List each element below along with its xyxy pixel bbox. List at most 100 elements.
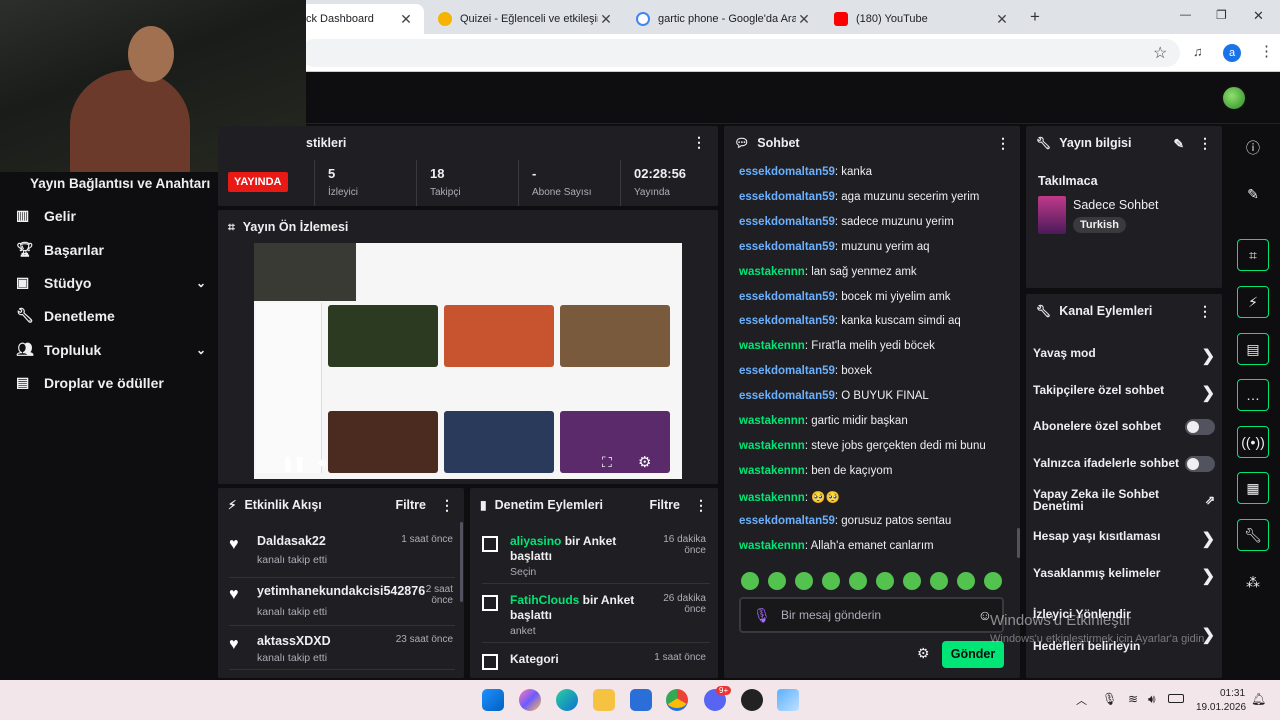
emote-icon[interactable] bbox=[849, 572, 867, 590]
emote-only-toggle[interactable] bbox=[1185, 456, 1215, 472]
tab-quizei[interactable]: Quizei - Eğlenceli ve etkileşimli ✕ bbox=[434, 4, 624, 34]
tab-close-icon[interactable]: ✕ bbox=[994, 11, 1010, 28]
chat-username[interactable]: essekdomaltan59 bbox=[739, 390, 835, 402]
action-banned-words[interactable]: Yasaklanmış kelimeler ❯ bbox=[1033, 566, 1215, 585]
subscribers-only-toggle[interactable] bbox=[1185, 419, 1215, 435]
omnibox[interactable] bbox=[300, 39, 1180, 67]
stats-menu-icon[interactable]: ⋮ bbox=[692, 134, 706, 151]
edit-pencil-icon[interactable]: ✎ bbox=[1174, 136, 1184, 151]
chat-settings-gear-icon[interactable]: ⚙ bbox=[917, 645, 930, 662]
broadcast-icon[interactable]: ((•)) bbox=[1237, 426, 1269, 458]
sidebar-item-basarilar[interactable]: 🏆︎ Başarılar bbox=[16, 241, 206, 258]
wrench-icon[interactable]: 🔧︎ bbox=[1237, 519, 1269, 551]
tab-google[interactable]: gartic phone - Google'da Ara ✕ bbox=[632, 4, 822, 34]
chat-username[interactable]: essekdomaltan59 bbox=[739, 365, 835, 377]
chat-username[interactable]: wastakennn bbox=[739, 415, 805, 427]
shapes-icon[interactable]: ⁂ bbox=[1237, 566, 1269, 598]
store-icon[interactable] bbox=[630, 689, 652, 711]
pause-icon[interactable]: ❚❚ bbox=[282, 455, 305, 472]
new-tab-button[interactable]: + bbox=[1030, 7, 1040, 27]
action-followers-only[interactable]: Takipçilere özel sohbet ❯ bbox=[1033, 383, 1215, 402]
tab-close-icon[interactable]: ✕ bbox=[598, 11, 614, 28]
follower-name[interactable]: aktassXDXD bbox=[257, 634, 331, 648]
emote-icon[interactable] bbox=[984, 572, 1002, 590]
follower-name[interactable]: Daldasak22 bbox=[257, 534, 326, 548]
wifi-icon[interactable]: ≋ bbox=[1128, 692, 1138, 706]
language-tag[interactable]: Turkish bbox=[1073, 217, 1126, 233]
action-slow-mode[interactable]: Yavaş mod ❯ bbox=[1033, 346, 1215, 365]
chat-scrollbar[interactable] bbox=[1017, 528, 1020, 558]
tab-close-icon[interactable]: ✕ bbox=[796, 11, 812, 28]
chat-username[interactable]: essekdomaltan59 bbox=[739, 291, 835, 303]
emote-icon[interactable] bbox=[957, 572, 975, 590]
tab-dashboard[interactable]: ck Dashboard ✕ bbox=[300, 4, 424, 34]
microphone-tray-icon[interactable]: 🎙︎ bbox=[1102, 692, 1117, 706]
profile-avatar[interactable]: a bbox=[1223, 44, 1241, 62]
follower-name[interactable]: yetimhanekundakcisi542876 bbox=[257, 584, 425, 598]
send-button[interactable]: Gönder bbox=[942, 641, 1004, 668]
video-tools-icon[interactable]: ▦ bbox=[1237, 472, 1269, 504]
chat-username[interactable]: essekdomaltan59 bbox=[739, 191, 835, 203]
chat-username[interactable]: essekdomaltan59 bbox=[739, 241, 835, 253]
emote-icon[interactable] bbox=[795, 572, 813, 590]
windows-start-icon[interactable] bbox=[482, 689, 504, 711]
mod-user[interactable]: aliyasino bbox=[510, 534, 561, 548]
microphone-icon[interactable]: 🎙︎ bbox=[753, 607, 771, 624]
chat-username[interactable]: essekdomaltan59 bbox=[739, 515, 835, 527]
sidebar-item-topluluk[interactable]: 👥︎ Topluluk ⌄ bbox=[16, 341, 206, 358]
edge-icon[interactable] bbox=[556, 689, 578, 711]
chat-menu-icon[interactable]: ⋮ bbox=[996, 135, 1010, 152]
close-window-button[interactable]: ✕ bbox=[1253, 8, 1264, 24]
info-icon[interactable]: ⓘ bbox=[1237, 132, 1269, 164]
emote-icon[interactable] bbox=[768, 572, 786, 590]
document-icon[interactable]: ▤ bbox=[1237, 333, 1269, 365]
moderation-filter-button[interactable]: Filtre bbox=[649, 498, 680, 512]
file-explorer-icon[interactable] bbox=[593, 689, 615, 711]
chrome-menu-icon[interactable]: ⋮ bbox=[1259, 42, 1274, 60]
chat-username[interactable]: essekdomaltan59 bbox=[739, 315, 835, 327]
user-avatar[interactable] bbox=[1221, 85, 1247, 111]
star-icon[interactable]: ☆ bbox=[1153, 43, 1167, 63]
speaker-icon[interactable]: 🔊︎ bbox=[1148, 692, 1156, 707]
chat-input[interactable]: 🎙︎ Bir mesaj gönderin ☺ bbox=[739, 597, 1004, 633]
chat-username[interactable]: essekdomaltan59 bbox=[739, 166, 835, 178]
tray-chevron-up-icon[interactable]: ︿ bbox=[1076, 692, 1087, 708]
fullscreen-icon[interactable]: ⛶ bbox=[602, 454, 612, 471]
stream-info-menu-icon[interactable]: ⋮ bbox=[1198, 135, 1212, 152]
sidebar-item-denetleme[interactable]: 🔧︎ Denetleme bbox=[16, 307, 206, 324]
channel-actions-menu-icon[interactable]: ⋮ bbox=[1198, 303, 1212, 320]
emote-icon[interactable] bbox=[876, 572, 894, 590]
sidebar-item-studyo[interactable]: ▣ Stüdyo ⌄ bbox=[16, 274, 206, 291]
bolt-icon[interactable]: ⚡︎ bbox=[1237, 286, 1269, 318]
action-emote-only[interactable]: Yalnızca ifadelerle sohbet bbox=[1033, 456, 1215, 474]
emote-icon[interactable] bbox=[930, 572, 948, 590]
action-subscribers-only[interactable]: Abonelere özel sohbet bbox=[1033, 419, 1215, 437]
activity-menu-icon[interactable]: ⋮ bbox=[440, 497, 454, 514]
maximize-button[interactable]: ❐ bbox=[1216, 8, 1227, 22]
chat-username[interactable]: wastakennn bbox=[739, 266, 805, 278]
chat-username[interactable]: wastakennn bbox=[739, 465, 805, 477]
moderation-menu-icon[interactable]: ⋮ bbox=[694, 497, 708, 514]
emote-icon[interactable] bbox=[903, 572, 921, 590]
clock-date[interactable]: 19.01.2026 bbox=[1196, 702, 1246, 713]
preview-toggle-icon[interactable]: ⌗ bbox=[1237, 239, 1269, 271]
chat-username[interactable]: wastakennn bbox=[739, 340, 805, 352]
tab-close-icon[interactable]: ✕ bbox=[398, 11, 414, 28]
activity-filter-button[interactable]: Filtre bbox=[395, 498, 426, 512]
minimize-button[interactable]: — bbox=[1180, 9, 1191, 21]
clock-time[interactable]: 01:31 bbox=[1220, 688, 1245, 699]
notification-bell-icon[interactable]: 🔔︎ bbox=[1251, 692, 1266, 706]
scrollbar[interactable] bbox=[460, 522, 463, 602]
tab-youtube[interactable]: (180) YouTube ✕ bbox=[830, 4, 1020, 34]
stream-category[interactable]: Sadece Sohbet bbox=[1073, 198, 1159, 212]
action-account-age[interactable]: Hesap yaşı kısıtlaması ❯ bbox=[1033, 529, 1215, 548]
battery-icon[interactable] bbox=[1168, 694, 1184, 703]
action-ai-moderation[interactable]: Yapay Zeka ile Sohbet Denetimi ⇗ bbox=[1033, 488, 1215, 516]
sidebar-item-droplar[interactable]: ▤ Droplar ve ödüller bbox=[16, 374, 206, 391]
chrome-icon[interactable] bbox=[666, 689, 688, 711]
chat-bubble-icon[interactable]: … bbox=[1237, 379, 1269, 411]
chat-username[interactable]: essekdomaltan59 bbox=[739, 216, 835, 228]
sidebar-item-gelir[interactable]: ▥ Gelir bbox=[16, 207, 206, 224]
chat-username[interactable]: wastakennn bbox=[739, 492, 805, 504]
emote-icon[interactable] bbox=[741, 572, 759, 590]
